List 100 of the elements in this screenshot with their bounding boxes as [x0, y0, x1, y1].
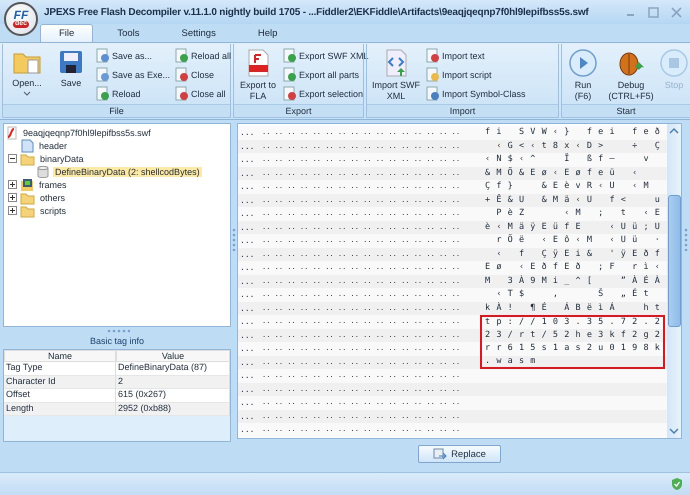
highlighted-ascii-text: tp://103.35.72.2	[484, 317, 666, 328]
ascii-text: è‹MäÿEüfE ‹Uü;U	[484, 222, 666, 233]
offset-text: ...	[239, 181, 256, 193]
window-title: JPEXS Free Flash Decompiler v.11.1.0 nightly build 1705 - ...Fiddler2\EKFiddle\Artifacts\9eaqjqeqnp7f0hl9lepifbss5s.swf	[44, 6, 590, 18]
folder-icon	[20, 204, 35, 218]
menu-tab[interactable]: Settings	[164, 24, 234, 42]
offset-text: ...	[239, 330, 256, 342]
ascii-text: PèZ ‹M ; t ‹E	[495, 208, 666, 220]
scroll-up-icon[interactable]	[668, 127, 680, 135]
ribbon-button[interactable]: Export SWF XML	[281, 46, 370, 65]
highlighted-ascii-text: .wasm	[484, 356, 542, 367]
offset-text: ...	[239, 370, 256, 382]
ribbon-button[interactable]: Open...	[6, 46, 48, 104]
highlighted-ascii-text: 23/rt/52he3kf2g2	[484, 330, 666, 341]
group-title: Start	[562, 104, 690, 117]
ribbon-button[interactable]: Export all parts	[281, 65, 370, 84]
offset-text: ...	[239, 208, 256, 220]
shield-check-icon	[670, 477, 684, 491]
ascii-text: +Ê&U &Mä‹U f< u	[484, 194, 666, 206]
folder-icon	[20, 152, 35, 166]
ribbon-button[interactable]: Save	[50, 46, 92, 104]
ascii-text: kÀ! ¶É ÁBëìÁ ht	[484, 302, 666, 314]
offset-text: ...	[239, 410, 256, 422]
offset-text: ...	[239, 235, 256, 247]
offset-text: ...	[239, 424, 256, 436]
offset-text: ...	[239, 384, 256, 396]
table-cell: DefineBinaryData (87)	[116, 362, 230, 376]
ribbon-button[interactable]: Close all	[173, 84, 232, 103]
menu-tab[interactable]: File	[40, 24, 94, 42]
play-icon	[568, 48, 598, 78]
maximize-icon[interactable]	[648, 6, 659, 18]
table-cell: Offset	[4, 389, 116, 402]
tree-item[interactable]: others	[38, 192, 68, 202]
tree-item[interactable]: binaryData	[38, 154, 86, 164]
ribbon-button[interactable]: Save as Exe...	[94, 65, 172, 84]
ascii-text: ‹G<‹t8x‹D> ÷ Ç	[495, 140, 666, 152]
group-title: File	[3, 104, 230, 117]
ribbon-button[interactable]: Debug (CTRL+F5)	[603, 46, 659, 104]
offset-text: ...	[239, 289, 256, 301]
ribbon-button[interactable]: Import Symbol-Class	[424, 84, 527, 103]
ribbon-button[interactable]: Reload	[94, 84, 172, 103]
column-header: Value	[116, 350, 230, 362]
close-icon[interactable]	[671, 6, 682, 18]
expand-toggle-icon[interactable]	[8, 193, 17, 202]
ascii-text: ‹T$ ‚ Š „Ét	[495, 289, 655, 300]
ribbon-button[interactable]: Close	[173, 65, 232, 84]
replace-icon	[433, 448, 448, 460]
ribbon-button[interactable]: Run (F6)	[565, 46, 601, 104]
ribbon-button[interactable]: Export to FLA	[237, 46, 279, 104]
tree-item[interactable]: header	[37, 140, 70, 150]
offset-text: ...	[239, 397, 256, 409]
scroll-thumb[interactable]	[668, 195, 680, 327]
ribbon-button[interactable]: Import text	[424, 46, 527, 65]
offset-text: ...	[239, 276, 256, 288]
expand-toggle-icon[interactable]	[8, 154, 17, 163]
table-cell: Length	[4, 402, 116, 416]
offset-text: ...	[239, 154, 256, 166]
ribbon-button[interactable]: Reload all	[173, 46, 232, 65]
column-header: Name	[4, 350, 116, 362]
menu-tab[interactable]: Tools	[99, 24, 158, 42]
scrollbar[interactable]	[667, 124, 681, 438]
highlighted-ascii-text: rr615s1as2u0198k	[484, 343, 666, 354]
tree-item[interactable]: frames	[37, 180, 69, 190]
tree-item[interactable]: 9eaqjqeqnp7f0hl9lepifbss5s.swf	[21, 128, 153, 138]
ribbon-button[interactable]: Save as...	[94, 46, 172, 65]
offset-text: ...	[239, 356, 256, 368]
offset-text: ...	[239, 168, 256, 180]
flash-file-icon	[6, 126, 18, 140]
tree-item[interactable]: scripts	[38, 206, 68, 216]
replace-button[interactable]: Replace	[418, 445, 501, 463]
ribbon-button[interactable]: Import script	[424, 65, 527, 84]
ascii-text: ‹ f ÇÿEi& 'ÿEðf	[495, 248, 666, 260]
scroll-down-icon[interactable]	[668, 427, 680, 435]
ribbon-button[interactable]: Export selection	[281, 84, 370, 103]
offset-text: ...	[239, 316, 256, 328]
ascii-text: M 3À9Mi_^[ ”ÀÉÀ	[484, 276, 666, 287]
stop-icon	[659, 48, 689, 78]
table-cell: Tag Type	[4, 362, 116, 376]
document-icon	[20, 138, 34, 152]
expand-toggle-icon[interactable]	[8, 206, 17, 215]
ascii-text: fi SVW‹} fei feð	[484, 127, 666, 138]
offset-text: ...	[239, 140, 256, 152]
group-title: Export	[234, 104, 363, 117]
table-cell: 2	[116, 376, 230, 389]
ribbon-button[interactable]: Import SWF XML	[370, 46, 422, 104]
panel-title: Basic tag info	[88, 335, 146, 348]
ascii-text: Eø ‹EðfEð ;F rì‹	[484, 262, 666, 274]
folder-icon	[20, 190, 35, 204]
offset-text: ...	[239, 262, 256, 274]
offset-text: ...	[239, 194, 256, 206]
table-cell: Character Id	[4, 376, 116, 389]
expand-toggle-icon[interactable]	[8, 180, 17, 189]
tree-item[interactable]: DefineBinaryData (2: shellcodBytes)	[53, 166, 202, 176]
ascii-text: &MÕ&Eø‹Eøfeü ‹	[484, 168, 644, 179]
offset-text: ...	[239, 222, 256, 234]
offset-text: ...	[239, 127, 256, 139]
group-title: Import	[367, 104, 558, 117]
menu-tab[interactable]: Help	[240, 24, 296, 42]
offset-text: ...	[239, 248, 256, 260]
table-cell: 2952 (0xb88)	[116, 402, 230, 416]
